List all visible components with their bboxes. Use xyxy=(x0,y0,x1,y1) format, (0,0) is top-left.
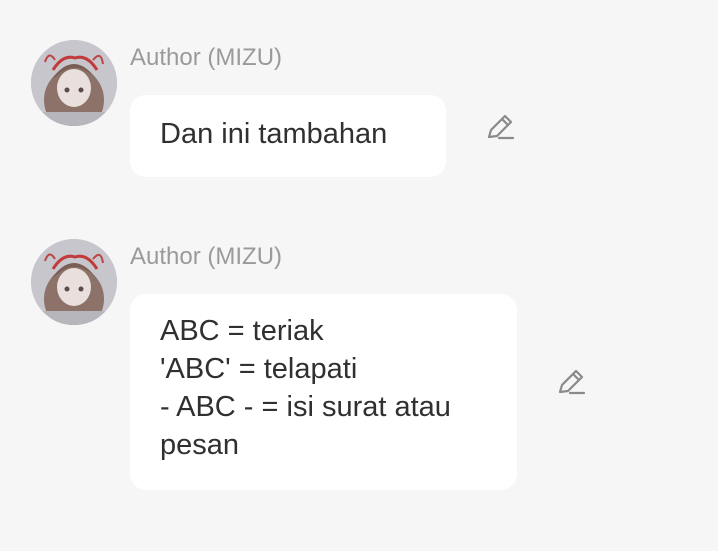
author-name: Author (MIZU) xyxy=(130,243,283,270)
message-bubble: Dan ini tambahan xyxy=(130,95,446,177)
author-name: Author (MIZU) xyxy=(130,44,283,71)
message-bubble: ABC = teriak 'ABC' = telapati - ABC - = … xyxy=(130,294,517,490)
edit-button[interactable] xyxy=(484,110,518,144)
chat-message: Author (MIZU) Dan ini tambahan Author (M… xyxy=(0,0,718,551)
avatar[interactable] xyxy=(31,239,117,325)
edit-button[interactable] xyxy=(555,365,589,399)
pencil-icon xyxy=(487,114,515,140)
avatar[interactable] xyxy=(31,40,117,126)
avatar-image xyxy=(31,239,117,325)
pencil-icon xyxy=(558,369,586,395)
avatar-image xyxy=(31,40,117,126)
